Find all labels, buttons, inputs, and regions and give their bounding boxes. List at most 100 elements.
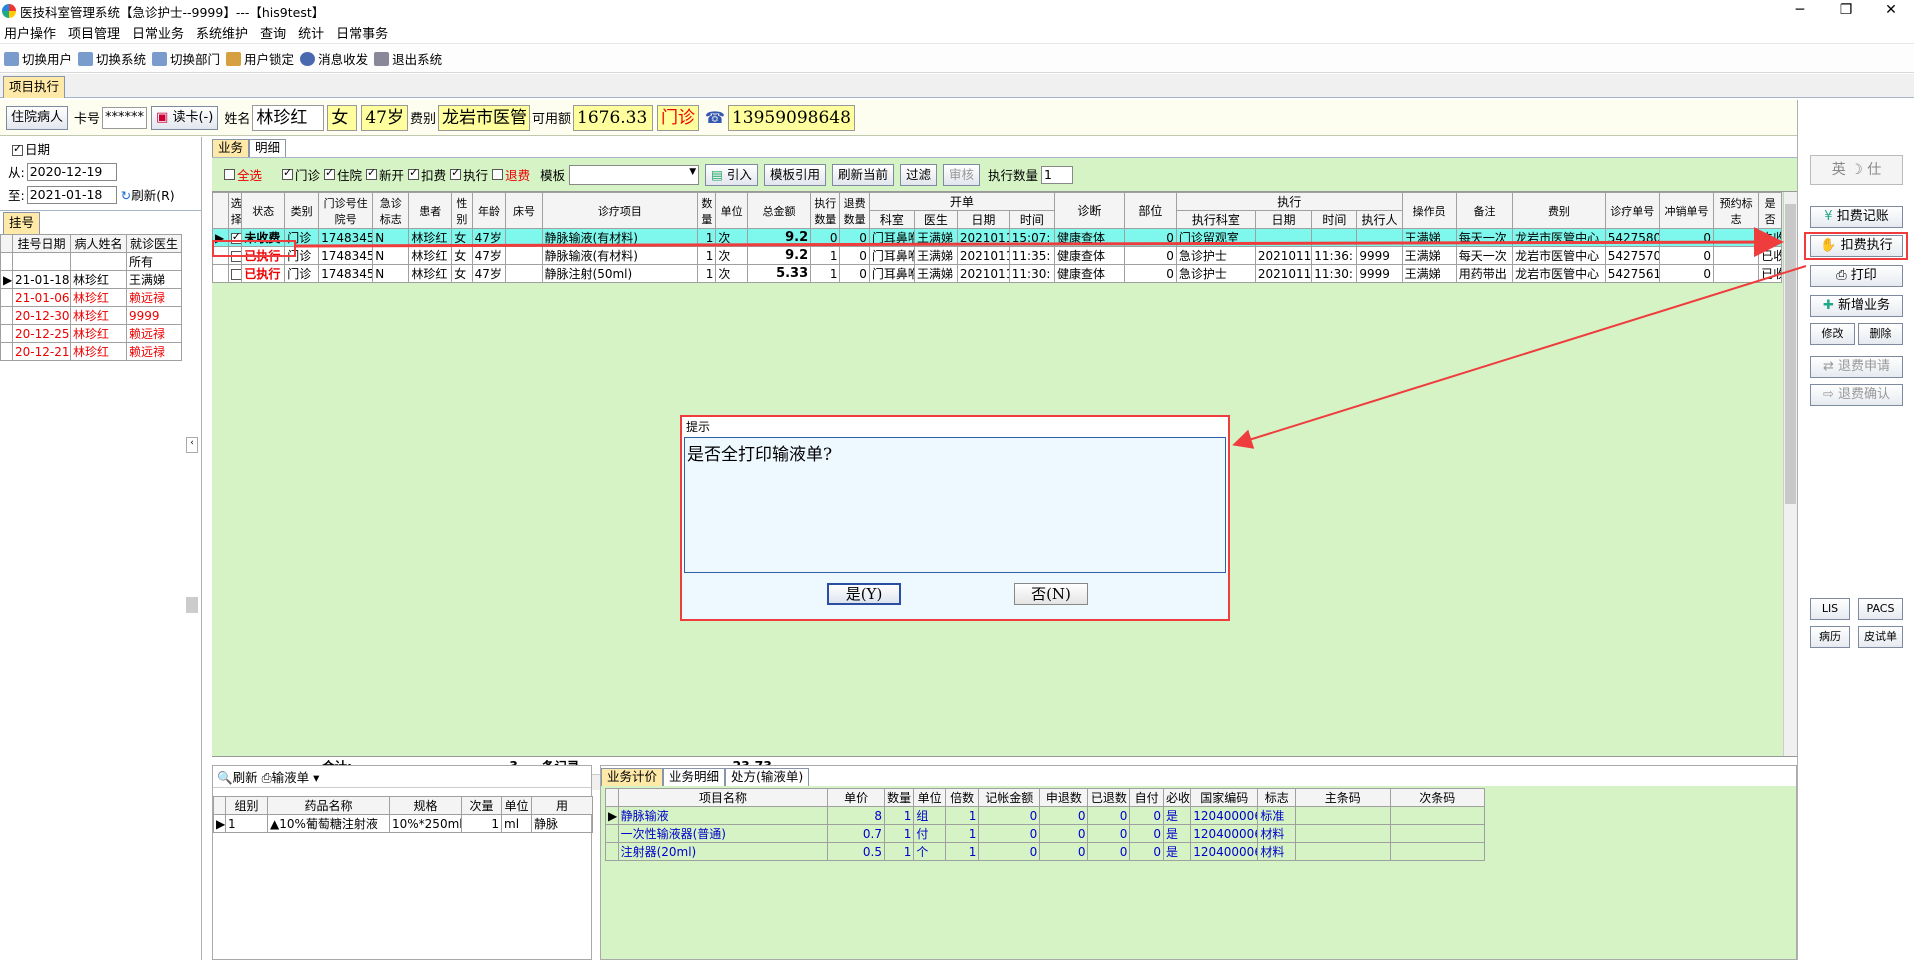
refresh-button[interactable]: ↻刷新(R) — [121, 185, 175, 204]
business-row[interactable]: 已执行门诊1748345N林珍红女47岁静脉输液(有材料)1次9.210门耳鼻喉… — [212, 246, 1782, 265]
exec-qty-input[interactable]: 1 — [1041, 165, 1074, 184]
execute-checkbox[interactable] — [450, 166, 462, 180]
template-ref-button[interactable]: 模板引用 — [763, 163, 826, 186]
menu-query[interactable]: 查询 — [256, 23, 294, 42]
tab-pricing[interactable]: 业务计价 — [601, 768, 664, 786]
highlight-unpaid-row — [212, 240, 296, 257]
switch-user-button[interactable]: 切换用户 — [4, 49, 72, 68]
confirm-dialog: 提示 是否全打印输液单? 是(Y) 否(N) — [680, 415, 1230, 621]
row-select-checkbox[interactable] — [230, 268, 241, 280]
date-checkbox[interactable] — [12, 142, 23, 156]
from-date-picker[interactable]: 2020-12-19 — [26, 162, 117, 181]
messages-button[interactable]: 消息收发 — [300, 49, 368, 68]
menu-user-ops[interactable]: 用户操作 — [0, 23, 64, 42]
registration-row[interactable]: ▶ 21-01-18 林珍红 王满娣 — [0, 270, 182, 289]
dialog-message: 是否全打印输液单? — [684, 437, 1226, 573]
tab-business[interactable]: 业务 — [212, 139, 250, 157]
name-label: 姓名 — [224, 112, 251, 127]
registration-row[interactable]: 21-01-06 林珍红 赖远禄 — [0, 288, 182, 307]
patient-sex: 女 — [327, 104, 358, 131]
to-date-picker[interactable]: 2021-01-18 — [26, 185, 117, 204]
print-button[interactable]: ⎙ 打印 — [1810, 265, 1903, 287]
no-button[interactable]: 否(N) — [1014, 583, 1088, 605]
lis-button[interactable]: LIS — [1810, 598, 1850, 620]
refund-checkbox[interactable] — [492, 169, 504, 180]
inpatient-checkbox[interactable] — [324, 166, 336, 180]
patient-phone: 13959098648 — [727, 104, 855, 131]
collapse-left-icon[interactable]: ‹ — [186, 437, 198, 453]
dialog-title: 提示 — [682, 417, 1228, 437]
menu-daily-affairs[interactable]: 日常事务 — [332, 23, 396, 42]
card-input[interactable]: ****** — [102, 106, 148, 129]
refresh-current-button[interactable]: 刷新当前 — [831, 163, 894, 186]
select-all-checkbox[interactable] — [224, 169, 235, 180]
tab-project-exec[interactable]: 项目执行 — [3, 76, 66, 98]
filter-button[interactable]: 过滤 — [899, 163, 937, 186]
business-row[interactable]: ▶未收费门诊1748345N林珍红女47岁静脉输液(有材料)1次9.200门耳鼻… — [212, 228, 1782, 247]
pricing-row[interactable]: 一次性输液器(普通) 0.7 1 付 1 0 0 0 0 是 120400006 材料 — [605, 824, 1485, 843]
splitter-handle[interactable] — [186, 597, 198, 613]
import-button[interactable]: ▤ 引入 — [705, 163, 758, 186]
close-icon[interactable]: ✕ — [1868, 0, 1914, 22]
tab-registration[interactable]: 挂号 — [3, 212, 41, 234]
business-table: 选择 状态 类别 门诊号住院号 急诊标志 患者 性别 年龄 床号 诊疗项目 数量 单位 总金额 执行数量退… — [212, 192, 1782, 283]
department-icon — [152, 51, 168, 66]
lock-icon — [226, 51, 242, 66]
menu-stats[interactable]: 统计 — [294, 23, 332, 42]
system-icon — [78, 51, 94, 66]
exit-system-button[interactable]: 退出系统 — [374, 49, 442, 68]
avail-label: 可用额 — [531, 112, 571, 127]
restore-icon[interactable]: ❐ — [1823, 0, 1869, 22]
registration-row[interactable]: 20-12-21 林珍红 赖远禄 — [0, 342, 182, 361]
drug-row[interactable]: ▶ 1 ▲10%葡萄糖注射液 10%*250ml 1 ml 静脉 — [213, 814, 593, 833]
skin-test-button[interactable]: 皮试单 — [1858, 626, 1903, 648]
tab-detail[interactable]: 明细 — [249, 139, 287, 157]
refund-request-button[interactable]: ⇄ 退费申请 — [1810, 356, 1903, 378]
business-row[interactable]: 已执行 门诊 1748345 N 林珍红女 47岁 静脉注射(50ml) 1 次 5.33 1 0 门耳… — [212, 264, 1782, 283]
tab-biz-detail[interactable]: 业务明细 — [663, 768, 726, 786]
pricing-row[interactable]: ▶ 静脉输液 8 1 组 1 0 0 0 0 是 120400006 标准 — [605, 806, 1485, 825]
new-checkbox[interactable] — [366, 166, 378, 180]
add-business-button[interactable]: ✚ 新增业务 — [1810, 295, 1903, 317]
registration-row[interactable]: 20-12-30 林珍红 9999 — [0, 306, 182, 325]
ime-indicator: 英 ☽ 仕 — [1810, 155, 1903, 185]
delete-button[interactable]: 删除 — [1858, 323, 1903, 345]
edit-button[interactable]: 修改 — [1810, 323, 1855, 345]
template-select[interactable]: ▼ — [569, 164, 700, 185]
review-button[interactable]: 审核 — [942, 163, 980, 186]
refund-icon: ⇄ — [1822, 359, 1834, 374]
switch-system-button[interactable]: 切换系统 — [78, 49, 146, 68]
deduct-checkbox[interactable] — [408, 166, 420, 180]
outpatient-checkbox[interactable] — [282, 166, 294, 180]
refresh-icon: ↻ — [120, 188, 132, 203]
lock-user-button[interactable]: 用户锁定 — [226, 49, 294, 68]
main-vscroll[interactable] — [1783, 192, 1797, 756]
inpatient-button[interactable]: 住院病人 — [6, 105, 69, 130]
drug-table: 组别 药品名称 规格 次量 单位用 ▶ 1 ▲10%葡萄糖注射液 10%*250ml 1 ml 静脉 — [213, 796, 593, 833]
pricing-table: 项目名称 单价 数量 单位 倍数 记帐金额 申退数 已退数 自付 必收 国家编码 标志 主条码 次条码 ▶ 静… — [605, 788, 1485, 861]
tab-prescription[interactable]: 处方(输液单) — [725, 768, 810, 786]
pricing-row[interactable]: 注射器(20ml) 0.5 1 个 1 0 0 0 0 是 120400006 材料 — [605, 842, 1485, 861]
left-panel: 日期 从:2020-12-19 至:2021-01-18↻刷新(R) 挂号 挂号… — [0, 137, 202, 960]
chevron-down-icon: ▼ — [689, 166, 697, 177]
search-icon: 🔍 — [217, 770, 233, 785]
registration-row[interactable]: 20-12-25 林珍红 赖远禄 — [0, 324, 182, 343]
pacs-button[interactable]: PACS — [1858, 598, 1903, 620]
medical-record-button[interactable]: 病历 — [1810, 626, 1850, 648]
minimize-icon[interactable]: ─ — [1777, 0, 1823, 22]
yes-button[interactable]: 是(Y) — [827, 583, 901, 605]
card-label: 卡号 — [74, 112, 101, 127]
menu-item-mgmt[interactable]: 项目管理 — [64, 23, 128, 42]
deduct-account-button[interactable]: ¥ 扣费记账 — [1810, 206, 1903, 228]
tab-strip: 项目执行 — [0, 74, 1914, 98]
info-icon — [300, 51, 316, 66]
dialog-buttons: 是(Y) 否(N) — [682, 573, 1228, 619]
money-icon: ¥ — [1824, 209, 1833, 224]
read-card-button[interactable]: ▣ 读卡(-) — [151, 105, 219, 130]
menu-daily-business[interactable]: 日常业务 — [128, 23, 192, 42]
refresh-infusion-button[interactable]: 🔍刷新 — [217, 767, 258, 786]
print-infusion-button[interactable]: ⎙输液单 ▾ — [262, 767, 320, 786]
switch-dept-button[interactable]: 切换部门 — [152, 49, 220, 68]
refund-confirm-button[interactable]: ⇨ 退费确认 — [1810, 384, 1903, 406]
menu-system-maint[interactable]: 系统维护 — [192, 23, 256, 42]
